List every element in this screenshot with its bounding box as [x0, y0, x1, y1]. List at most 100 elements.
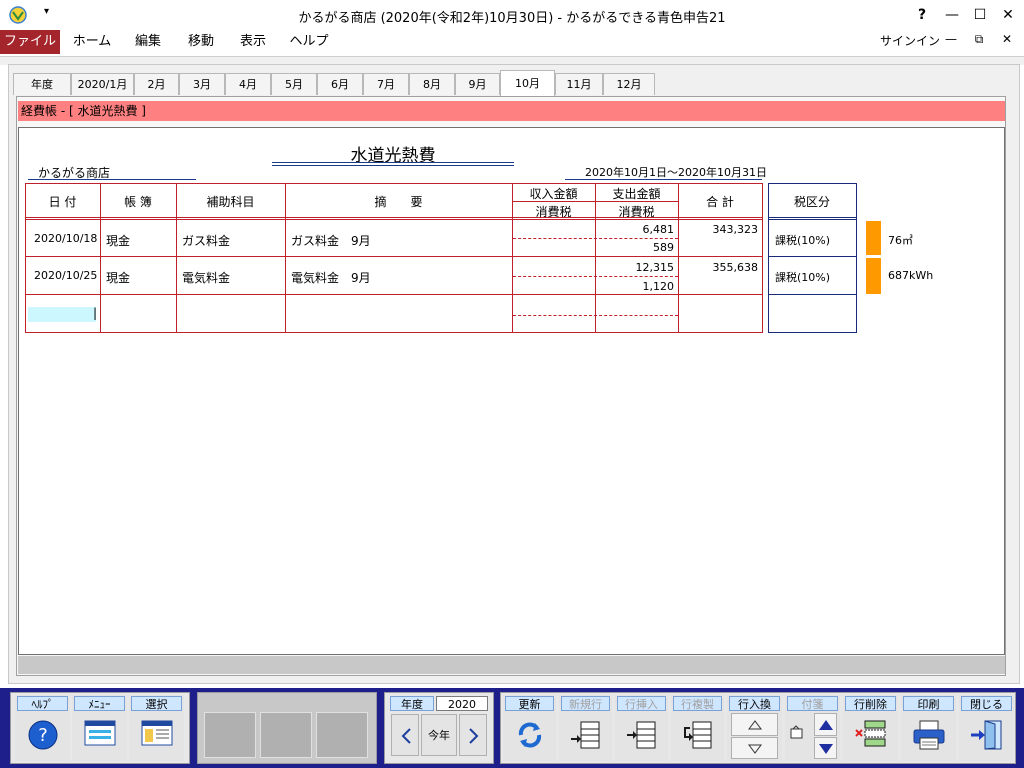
blank-slot	[260, 712, 312, 758]
tab-feb[interactable]: 2月	[134, 73, 179, 95]
header-income-tax: 消費税	[535, 205, 572, 219]
row1-expense[interactable]: 6,481	[597, 223, 675, 236]
tab-sep[interactable]: 9月	[455, 73, 500, 95]
menu-file[interactable]: ファイル	[0, 30, 60, 54]
menu-view[interactable]: 表示	[230, 30, 276, 54]
arrow-up-icon	[819, 720, 833, 730]
menu-tool-label: ﾒﾆｭｰ	[74, 696, 125, 711]
row2-total: 355,638	[712, 261, 759, 274]
tab-apr[interactable]: 4月	[225, 73, 271, 95]
tab-year[interactable]: 年度	[13, 73, 71, 95]
year-label: 年度	[390, 696, 434, 711]
swap-row-button[interactable]: 行入換	[727, 695, 782, 761]
new-date-input[interactable]	[28, 307, 96, 322]
printer-icon	[913, 720, 944, 750]
question-icon: ?	[28, 720, 57, 750]
title-underline	[272, 165, 514, 166]
row1-tax-class[interactable]: 課税(10%)	[775, 232, 830, 248]
tag-down-button[interactable]	[814, 737, 837, 759]
year-input[interactable]: 2020	[436, 696, 488, 711]
update-button[interactable]: 更新	[503, 695, 556, 761]
select-tool-label: 選択	[131, 696, 182, 711]
menu-move[interactable]: 移動	[178, 30, 224, 54]
row2-sub-account[interactable]: 電気料金	[182, 269, 230, 286]
horizontal-scrollbar[interactable]	[18, 656, 1005, 674]
help-tool-button[interactable]: ﾍﾙﾌﾟ ?	[15, 695, 70, 761]
print-label: 印刷	[903, 696, 954, 711]
section-header: 経費帳 - [ 水道光熱費 ]	[18, 101, 1005, 121]
blank-slot	[204, 712, 256, 758]
tab-jun[interactable]: 6月	[317, 73, 363, 95]
tax-grid-line	[768, 183, 857, 184]
doc-minimize-button[interactable]: —	[942, 32, 960, 46]
delete-row-label: 行削除	[845, 696, 896, 711]
row1-tag-note: 76㎥	[888, 234, 913, 247]
row1-description[interactable]: ガス料金 9月	[291, 232, 371, 249]
row2-expense[interactable]: 12,315	[597, 261, 675, 274]
tag-marker[interactable]	[866, 258, 881, 294]
menu-help[interactable]: ヘルプ	[284, 30, 334, 54]
row2-book[interactable]: 現金	[106, 269, 130, 286]
tab-aug[interactable]: 8月	[409, 73, 455, 95]
tag-button[interactable]: 付箋	[785, 695, 840, 761]
menu-screen-icon	[84, 720, 115, 746]
swap-down-button[interactable]	[731, 737, 778, 759]
maximize-button[interactable]: ☐	[966, 4, 994, 26]
header-expense: 支出金額	[612, 187, 661, 201]
title-underline	[272, 162, 514, 163]
tag-up-button[interactable]	[814, 713, 837, 736]
period-underline	[565, 179, 762, 180]
next-year-button[interactable]	[459, 714, 487, 756]
tag-marker[interactable]	[866, 221, 881, 255]
insert-row-icon	[626, 721, 655, 749]
help-button[interactable]: ?	[908, 4, 936, 26]
refresh-icon	[518, 722, 541, 748]
tab-mar[interactable]: 3月	[179, 73, 225, 95]
grid-line	[25, 332, 763, 333]
menu-edit[interactable]: 編集	[124, 30, 172, 54]
tax-grid-line	[768, 332, 857, 333]
header-sub-account: 補助科目	[206, 195, 255, 209]
tab-jan[interactable]: 2020/1月	[71, 73, 134, 95]
delete-row-button[interactable]: 行削除	[843, 695, 898, 761]
minimize-button[interactable]: —	[938, 4, 966, 26]
tab-dec[interactable]: 12月	[603, 73, 655, 95]
doc-close-button[interactable]: ✕	[998, 32, 1016, 46]
print-button[interactable]: 印刷	[901, 695, 956, 761]
tag-label: 付箋	[787, 696, 838, 711]
copy-row-label: 行複製	[673, 696, 722, 711]
close-button[interactable]: 閉じる	[959, 695, 1014, 761]
row1-date[interactable]: 2020/10/18	[34, 232, 97, 245]
close-window-button[interactable]: ✕	[994, 4, 1022, 26]
menu-home[interactable]: ホーム	[66, 30, 118, 54]
tax-grid-line	[768, 217, 857, 218]
copy-row-button[interactable]: 行複製	[671, 695, 724, 761]
doc-restore-button[interactable]: ⧉	[970, 32, 988, 47]
row1-expense-tax[interactable]: 589	[597, 241, 674, 254]
prev-year-button[interactable]	[391, 714, 419, 756]
help-tool-label: ﾍﾙﾌﾟ	[17, 696, 68, 711]
header-total: 合 計	[706, 195, 734, 209]
row2-description[interactable]: 電気料金 9月	[291, 269, 371, 286]
row1-sub-account[interactable]: ガス料金	[182, 232, 230, 249]
insert-row-button[interactable]: 行挿入	[615, 695, 668, 761]
new-row-label: 新規行	[561, 696, 610, 711]
chevron-right-icon	[469, 728, 479, 744]
row2-expense-tax[interactable]: 1,120	[597, 280, 675, 293]
grid-line	[762, 183, 763, 333]
tab-nov[interactable]: 11月	[555, 73, 603, 95]
swap-up-button[interactable]	[731, 713, 778, 736]
tab-jul[interactable]: 7月	[363, 73, 409, 95]
tab-oct[interactable]: 10月	[500, 70, 555, 96]
row2-tax-class[interactable]: 課税(10%)	[775, 269, 830, 285]
tax-grid-line	[856, 183, 857, 333]
tab-may[interactable]: 5月	[271, 73, 317, 95]
select-tool-button[interactable]: 選択	[129, 695, 184, 761]
this-year-button[interactable]: 今年	[421, 714, 457, 756]
row2-date[interactable]: 2020/10/25	[34, 269, 97, 282]
row1-book[interactable]: 現金	[106, 232, 130, 249]
menu-tool-button[interactable]: ﾒﾆｭｰ	[72, 695, 127, 761]
new-row-button[interactable]: 新規行	[559, 695, 612, 761]
swap-row-label: 行入換	[729, 696, 780, 711]
signin-link[interactable]: サインイン	[880, 32, 940, 49]
